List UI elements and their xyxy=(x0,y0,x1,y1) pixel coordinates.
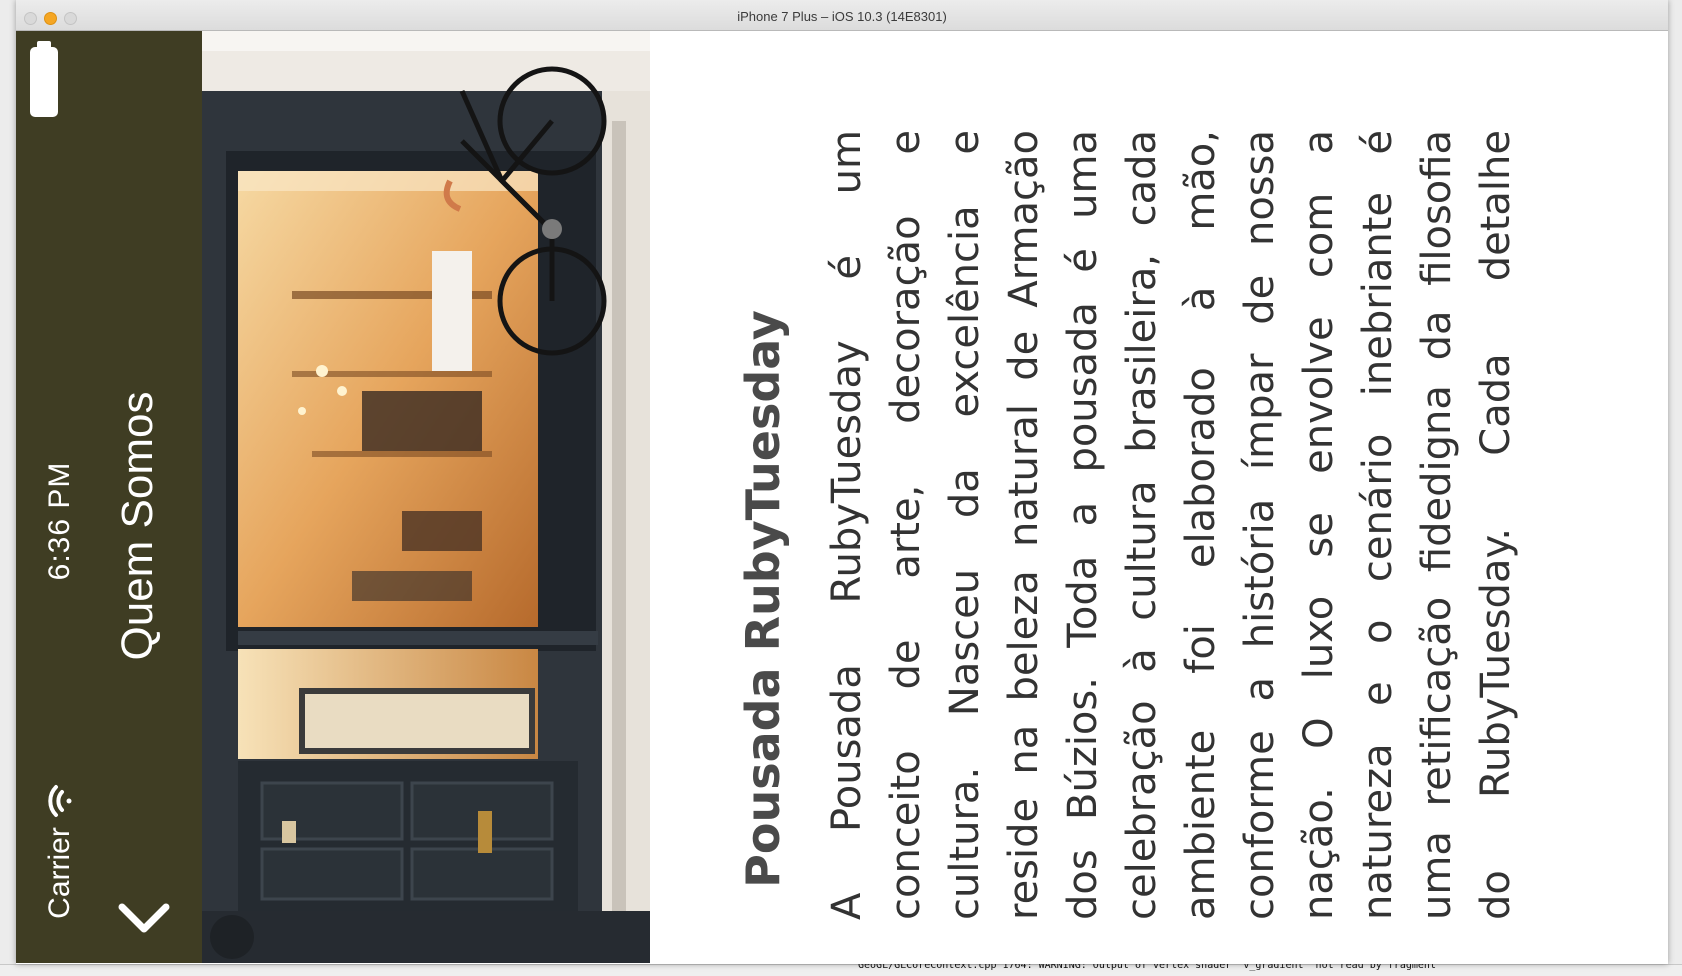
status-time: 6:36 PM xyxy=(43,461,76,581)
navigation-bar: 6:36 PM Quem Somos Carrier xyxy=(16,31,202,963)
body-text-line: do RubyTuesday. Cada detalhe xyxy=(1473,130,1519,920)
window-title: iPhone 7 Plus – iOS 10.3 (14E8301) xyxy=(737,9,947,24)
carrier-label: Carrier xyxy=(43,827,76,919)
page-title: Quem Somos xyxy=(113,391,162,661)
storefront-illustration xyxy=(202,31,650,963)
wifi-icon xyxy=(48,785,72,817)
body-text-line: conceito de arte, decoração e xyxy=(883,130,929,920)
body-text-line: nação. O luxo se envolve com a xyxy=(1296,130,1342,920)
body-text-line: uma retificação fidedigna da filosofia xyxy=(1414,130,1460,920)
body-text-line: natureza e o cenário inebriante é xyxy=(1355,130,1401,920)
body-text-line: ambiente foi elaborado à mão, xyxy=(1178,130,1224,920)
host-editor-right-edge xyxy=(1668,0,1682,976)
battery-icon xyxy=(30,47,58,117)
content-area: Pousada RubyTuesday A Pousada RubyTuesda… xyxy=(650,31,1668,963)
host-editor-sidebar xyxy=(0,0,16,976)
body-text-line: dos Búzios. Toda a pousada é uma xyxy=(1060,130,1106,920)
host-sidebar-fragment xyxy=(0,150,16,164)
body-text-line: cultura. Nasceu da excelência e xyxy=(942,130,988,920)
chevron-down-icon[interactable] xyxy=(116,897,172,941)
simulator-window: iPhone 7 Plus – iOS 10.3 (14E8301) 6:36 … xyxy=(16,0,1668,964)
content-heading: Pousada RubyTuesday xyxy=(736,310,790,888)
body-text-line: reside na beleza natural de Armação xyxy=(1001,130,1047,920)
body-text-line: celebração à cultura brasileira, cada xyxy=(1119,130,1165,920)
window-titlebar: iPhone 7 Plus – iOS 10.3 (14E8301) xyxy=(16,0,1668,31)
device-screen: 6:36 PM Quem Somos Carrier Pousada RubyT… xyxy=(16,31,1668,963)
body-text-line: A Pousada RubyTuesday é um xyxy=(824,130,870,920)
body-text-line: conforme a história ímpar de nossa xyxy=(1237,130,1283,920)
storefront-photo xyxy=(202,31,650,963)
